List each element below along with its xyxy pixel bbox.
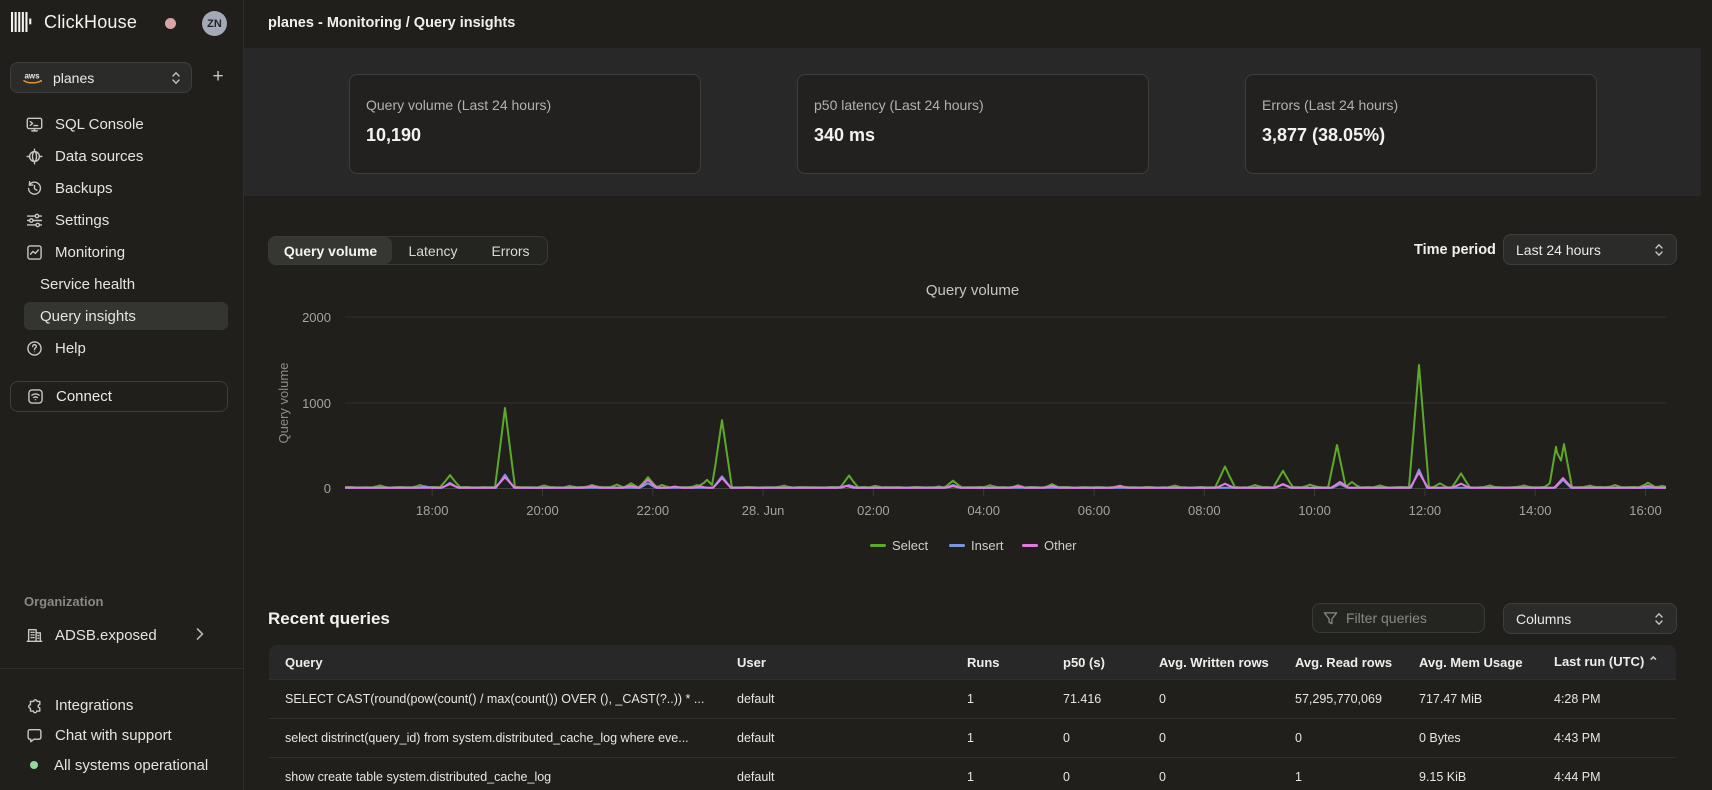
svg-text:08:00: 08:00 [1188,503,1221,518]
svg-text:Query volume: Query volume [276,363,291,444]
svg-text:10:00: 10:00 [1298,503,1331,518]
svg-text:14:00: 14:00 [1519,503,1552,518]
svg-text:2000: 2000 [302,310,331,325]
svg-text:18:00: 18:00 [416,503,449,518]
svg-text:12:00: 12:00 [1409,503,1442,518]
svg-text:06:00: 06:00 [1078,503,1111,518]
svg-text:22:00: 22:00 [637,503,670,518]
svg-text:16:00: 16:00 [1629,503,1662,518]
svg-text:1000: 1000 [302,396,331,411]
svg-text:aws: aws [24,72,40,81]
svg-text:04:00: 04:00 [967,503,1000,518]
svg-text:02:00: 02:00 [857,503,890,518]
svg-text:20:00: 20:00 [526,503,559,518]
svg-text:28. Jun: 28. Jun [742,503,785,518]
svg-text:0: 0 [324,481,331,496]
